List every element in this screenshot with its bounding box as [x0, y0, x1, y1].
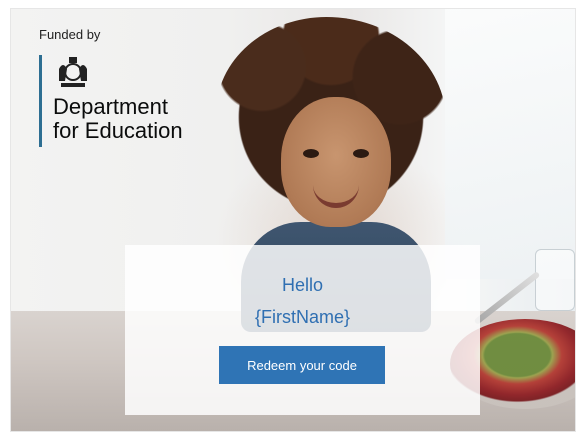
dfe-wordmark: Department for Education: [53, 95, 183, 143]
right-eye: [353, 149, 369, 158]
glass: [535, 249, 575, 311]
funded-by-label: Funded by: [39, 27, 101, 42]
dfe-logo-accent-line: [39, 55, 42, 147]
email-hero-frame: Funded by Department for Education Hello…: [10, 8, 576, 432]
window-light: [445, 9, 575, 279]
dfe-wordmark-line1: Department: [53, 94, 168, 119]
royal-coat-of-arms-icon: [59, 57, 87, 87]
redeem-code-button[interactable]: Redeem your code: [219, 346, 385, 384]
left-eye: [303, 149, 319, 158]
first-name-placeholder: {FirstName}: [254, 307, 351, 327]
dfe-wordmark-line2: for Education: [53, 118, 183, 143]
dfe-logo: Department for Education: [39, 55, 214, 147]
smile: [313, 185, 359, 208]
redeem-card: Hello {FirstName} Redeem your code: [125, 245, 480, 415]
greeting-text: Hello: [281, 275, 324, 295]
child-face: [281, 97, 391, 227]
